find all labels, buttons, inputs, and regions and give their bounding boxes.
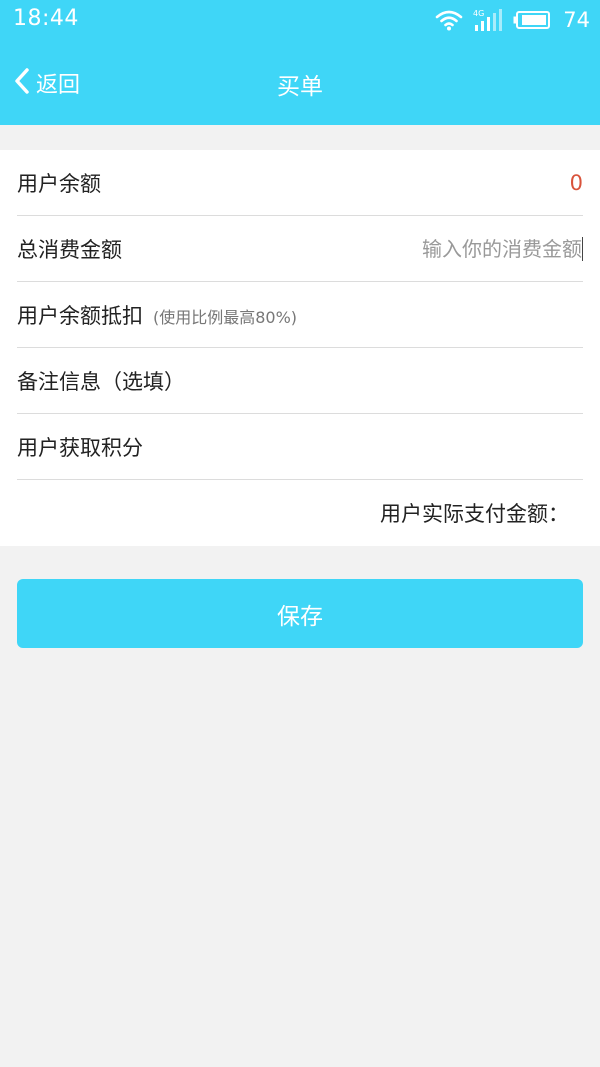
signal-icon: 4G	[473, 8, 503, 32]
network-type-label: 4G	[473, 9, 484, 18]
page-title: 买单	[277, 74, 323, 100]
battery-icon	[513, 10, 551, 30]
total-amount-input[interactable]	[322, 236, 583, 261]
actual-pay-row: 用户实际支付金额：	[17, 480, 583, 546]
remark-row[interactable]: 备注信息（选填）	[17, 348, 583, 414]
save-button[interactable]: 保存	[17, 579, 583, 648]
points-row: 用户获取积分	[17, 414, 583, 480]
balance-label: 用户余额	[17, 171, 101, 196]
status-time: 18:44	[13, 6, 79, 31]
remark-label: 备注信息（选填）	[17, 369, 185, 394]
deduction-hint: (使用比例最高80%)	[153, 308, 298, 327]
battery-level: 74	[563, 8, 590, 32]
total-amount-label: 总消费金额	[17, 237, 122, 262]
status-bar: 18:44 4G 74	[0, 0, 600, 40]
balance-value: 0	[569, 170, 583, 195]
status-icons: 4G 74	[435, 7, 590, 33]
balance-row: 用户余额 0	[17, 150, 583, 216]
nav-bar: 返回 买单	[0, 40, 600, 125]
actual-pay-label: 用户实际支付金额：	[380, 502, 569, 526]
points-label: 用户获取积分	[17, 435, 143, 460]
wifi-icon	[435, 9, 463, 31]
order-form: 用户余额 0 总消费金额 用户余额抵扣 (使用比例最高80%) 备注信息（选填）…	[0, 150, 600, 546]
deduction-label: 用户余额抵扣	[17, 303, 143, 328]
deduction-row[interactable]: 用户余额抵扣 (使用比例最高80%)	[17, 282, 583, 348]
total-amount-row: 总消费金额	[17, 216, 583, 282]
header: 18:44 4G 74 返回 买单	[0, 0, 600, 125]
